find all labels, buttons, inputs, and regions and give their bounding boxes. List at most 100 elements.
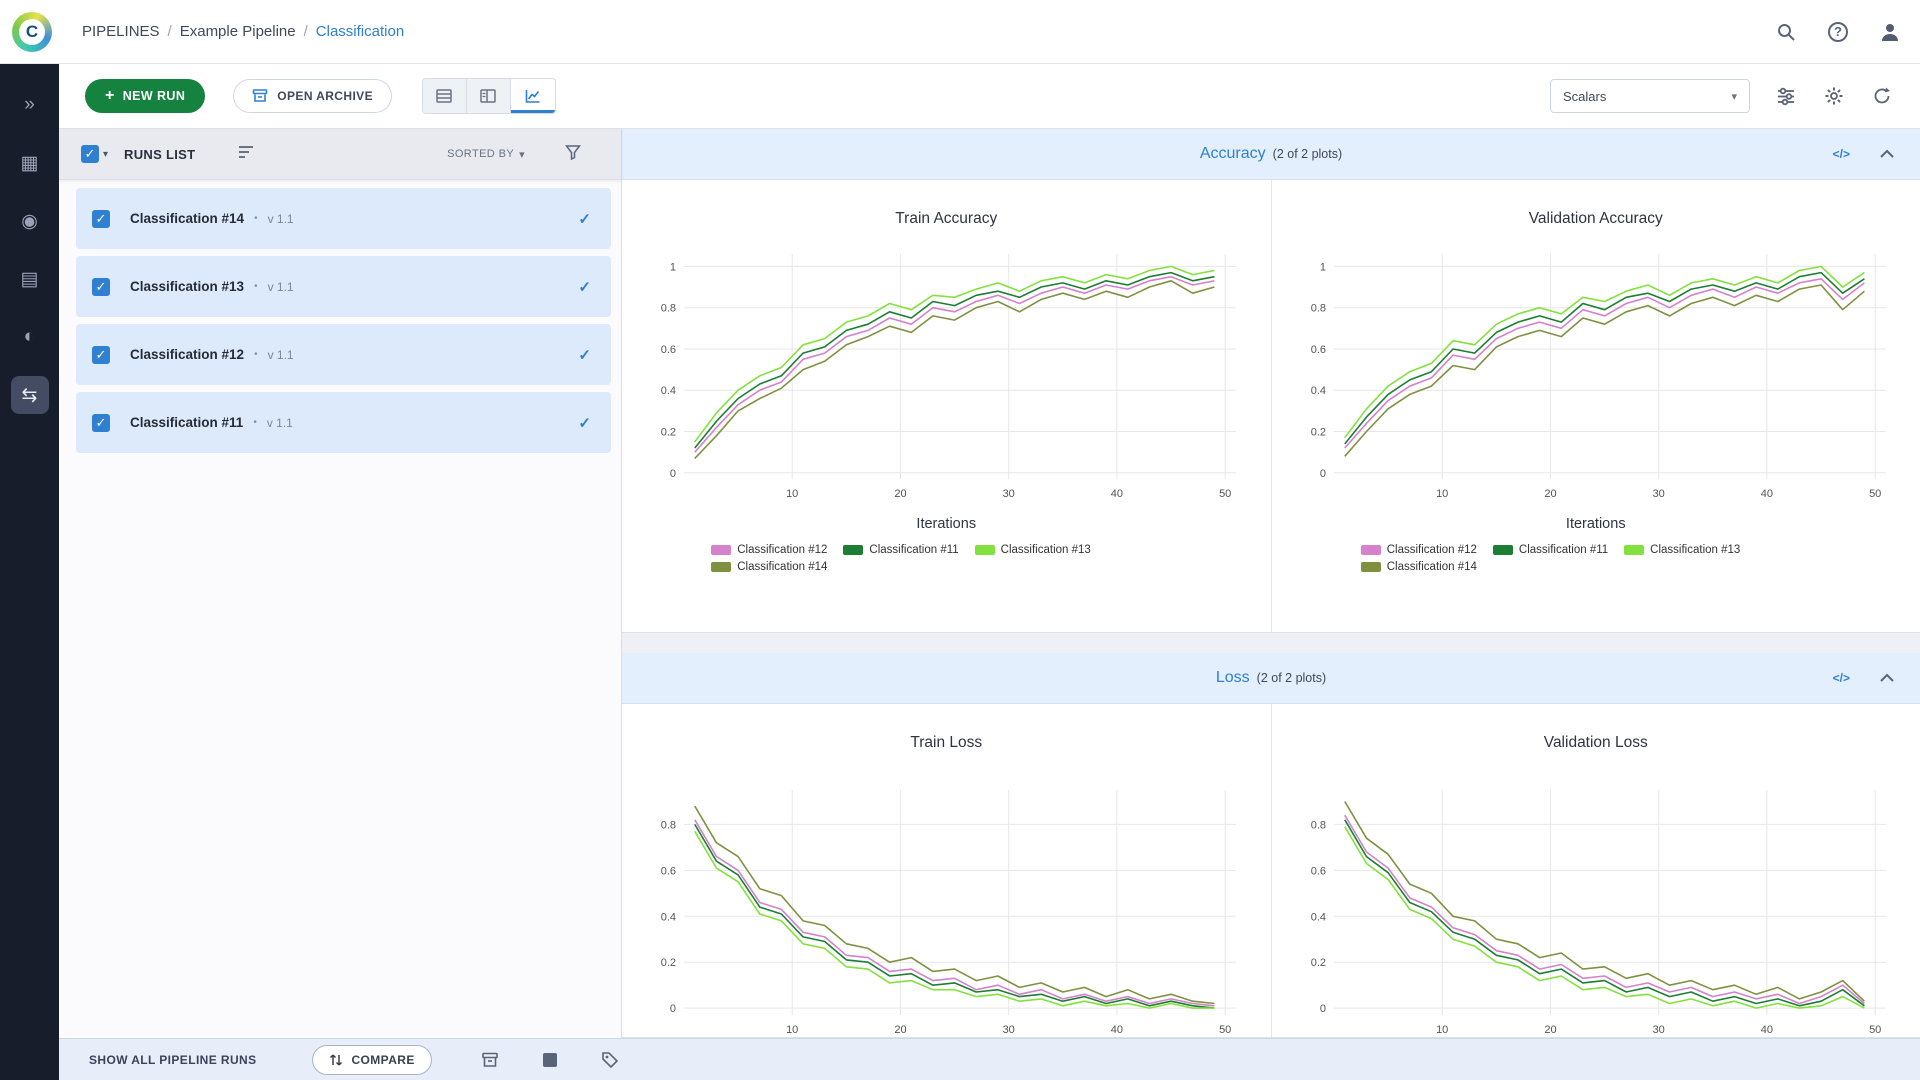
view-split-button[interactable] [466, 79, 511, 113]
legend-item[interactable]: Classification #11 [1492, 544, 1608, 556]
abort-runs-icon[interactable] [538, 1048, 562, 1072]
svg-text:20: 20 [1544, 488, 1556, 500]
collapse-section-icon[interactable] [1880, 669, 1894, 687]
legend-label: Classification #13 [1000, 544, 1091, 556]
filter-icon[interactable] [564, 144, 582, 165]
help-icon[interactable]: ? [1826, 20, 1850, 44]
accuracy-section-header[interactable]: Accuracy (2 of 2 plots) </> [622, 129, 1920, 180]
legend-item[interactable]: Classification #14 [711, 561, 827, 573]
run-checkbox[interactable]: ✓ [92, 413, 110, 432]
legend-label: Classification #13 [1650, 544, 1741, 556]
plot-title: Validation Loss [1543, 734, 1648, 751]
legend-label: Classification #12 [1386, 544, 1477, 556]
run-row[interactable]: ✓ Classification #13 • v 1.1 ✓ [76, 256, 611, 317]
view-chart-button[interactable] [510, 79, 555, 113]
run-shown-check-icon[interactable]: ✓ [578, 210, 591, 228]
sort-icon[interactable] [237, 144, 255, 165]
side-navigation: » ▦ ◉ ▤ ◐ ⇆ [0, 64, 59, 1080]
settings-gear-icon[interactable] [1822, 84, 1846, 108]
svg-text:20: 20 [895, 488, 907, 500]
plot-title: Train Loss [910, 734, 983, 751]
validation-loss-plot: Validation Loss 10 20 30 40 50 0 0.2 0.4 0.6 0.8 … [1270, 704, 1920, 1037]
loss-plots-row: Train Loss 102030405000.20.40.60.8 Itera… [622, 704, 1920, 1038]
legend-swatch [1624, 545, 1645, 555]
sidebar-item-apps[interactable]: » [11, 86, 49, 124]
legend-item[interactable]: Classification #13 [1624, 544, 1740, 556]
run-row[interactable]: ✓ Classification #14 • v 1.1 ✓ [76, 188, 611, 249]
show-all-pipeline-runs-link[interactable]: SHOW ALL PIPELINE RUNS [89, 1053, 256, 1067]
breadcrumb-project[interactable]: Example Pipeline [180, 23, 296, 40]
embed-code-icon[interactable]: </> [1833, 147, 1850, 161]
svg-text:0: 0 [1320, 468, 1326, 480]
auto-refresh-icon[interactable] [1870, 84, 1894, 108]
compare-button[interactable]: COMPARE [312, 1044, 432, 1075]
run-shown-check-icon[interactable]: ✓ [578, 278, 591, 296]
run-checkbox[interactable]: ✓ [92, 345, 110, 364]
train-accuracy-plot: Train Accuracy 10 20 30 40 50 0 0.2 0.4 0.6 0.8 1 … [622, 180, 1271, 632]
metric-view-select[interactable]: Scalars ▾ [1550, 79, 1750, 113]
legend-swatch [843, 545, 864, 555]
sidebar-item-projects[interactable]: ▦ [11, 144, 49, 182]
run-shown-check-icon[interactable]: ✓ [578, 414, 591, 432]
search-icon[interactable] [1774, 20, 1798, 44]
svg-text:0.4: 0.4 [1310, 385, 1325, 397]
legend-item[interactable]: Classification #12 [711, 544, 827, 556]
toolbar: + NEW RUN OPEN ARCHIVE Scalars ▾ [59, 64, 1920, 129]
plot-canvas[interactable]: 10 20 30 40 50 0 0.2 0.4 0.6 0.8 1 [636, 244, 1256, 514]
open-archive-label: OPEN ARCHIVE [277, 89, 373, 103]
sorted-by-label: SORTED BY [447, 148, 515, 160]
svg-text:10: 10 [1436, 488, 1448, 500]
run-version: v 1.1 [266, 415, 293, 430]
sorted-by-dropdown[interactable]: SORTED BY ▾ [447, 148, 525, 161]
run-row[interactable]: ✓ Classification #12 • v 1.1 ✓ [76, 324, 611, 385]
bullet-separator: • [253, 417, 257, 428]
hyper-datasets-icon: ◐ [23, 326, 36, 347]
breadcrumb-current-page[interactable]: Classification [316, 23, 404, 40]
runs-list-header: ✓ ▾ RUNS LIST SORTED BY ▾ [59, 129, 621, 180]
svg-text:0.6: 0.6 [661, 865, 676, 877]
run-shown-check-icon[interactable]: ✓ [578, 346, 591, 364]
sidebar-item-datasets[interactable]: ▤ [11, 260, 49, 298]
breadcrumb-pipelines[interactable]: PIPELINES [82, 23, 160, 40]
sidebar-item-pipelines[interactable]: ⇆ [10, 376, 49, 414]
view-table-button[interactable] [422, 79, 467, 113]
plot-title: Train Accuracy [895, 210, 998, 227]
collapse-section-icon[interactable] [1880, 145, 1894, 163]
run-name: Classification #14 [130, 211, 245, 226]
apps-icon: » [24, 94, 35, 115]
accuracy-plots-row: Train Accuracy 10 20 30 40 50 0 0.2 0.4 0.6 0.8 1 … [622, 180, 1920, 633]
svg-text:30: 30 [1652, 488, 1664, 500]
legend-item[interactable]: Classification #12 [1360, 544, 1477, 556]
embed-code-icon[interactable]: </> [1833, 671, 1850, 685]
legend-item[interactable]: Classification #13 [974, 544, 1091, 556]
footer-bar: SHOW ALL PIPELINE RUNS COMPARE [59, 1038, 1920, 1080]
open-archive-button[interactable]: OPEN ARCHIVE [233, 79, 392, 113]
svg-text:40: 40 [1761, 1024, 1773, 1036]
runs-list: ✓ Classification #14 • v 1.1 ✓ ✓ Classif… [59, 180, 621, 453]
help-question-mark: ? [1828, 21, 1848, 42]
run-checkbox[interactable]: ✓ [92, 277, 110, 296]
loss-section-header[interactable]: Loss (2 of 2 plots) </> [622, 653, 1920, 704]
sidebar-item-hyper-datasets[interactable]: ◐ [11, 318, 49, 356]
plot-canvas[interactable]: 10 20 30 40 50 0 0.2 0.4 0.6 0.8 1 [1286, 244, 1906, 514]
plot-canvas[interactable]: 10 20 30 40 50 0 0.2 0.4 0.6 0.8 [636, 780, 1256, 1037]
bullet-separator: • [254, 349, 258, 360]
sidebar-item-reports[interactable]: ◉ [11, 202, 49, 240]
plot-canvas[interactable]: 10 20 30 40 50 0 0.2 0.4 0.6 0.8 [1286, 780, 1906, 1037]
archive-runs-icon[interactable] [478, 1048, 502, 1072]
app-header: C PIPELINES / Example Pipeline / Classif… [0, 0, 1920, 64]
svg-text:40: 40 [1111, 488, 1123, 500]
legend-item[interactable]: Classification #14 [1360, 561, 1477, 573]
svg-text:10: 10 [1436, 1024, 1448, 1036]
run-row[interactable]: ✓ Classification #11 • v 1.1 ✓ [76, 392, 611, 453]
tags-icon[interactable] [598, 1048, 622, 1072]
run-checkbox[interactable]: ✓ [92, 209, 110, 228]
new-run-button[interactable]: + NEW RUN [85, 79, 206, 113]
svg-text:0.6: 0.6 [1310, 865, 1325, 877]
clearml-logo[interactable]: C [12, 11, 52, 52]
plot-settings-icon[interactable] [1774, 84, 1798, 108]
legend-item[interactable]: Classification #11 [843, 544, 959, 556]
select-all-caret-icon[interactable]: ▾ [103, 149, 108, 160]
user-avatar[interactable] [1878, 20, 1902, 44]
select-all-checkbox[interactable]: ✓ [81, 145, 99, 163]
